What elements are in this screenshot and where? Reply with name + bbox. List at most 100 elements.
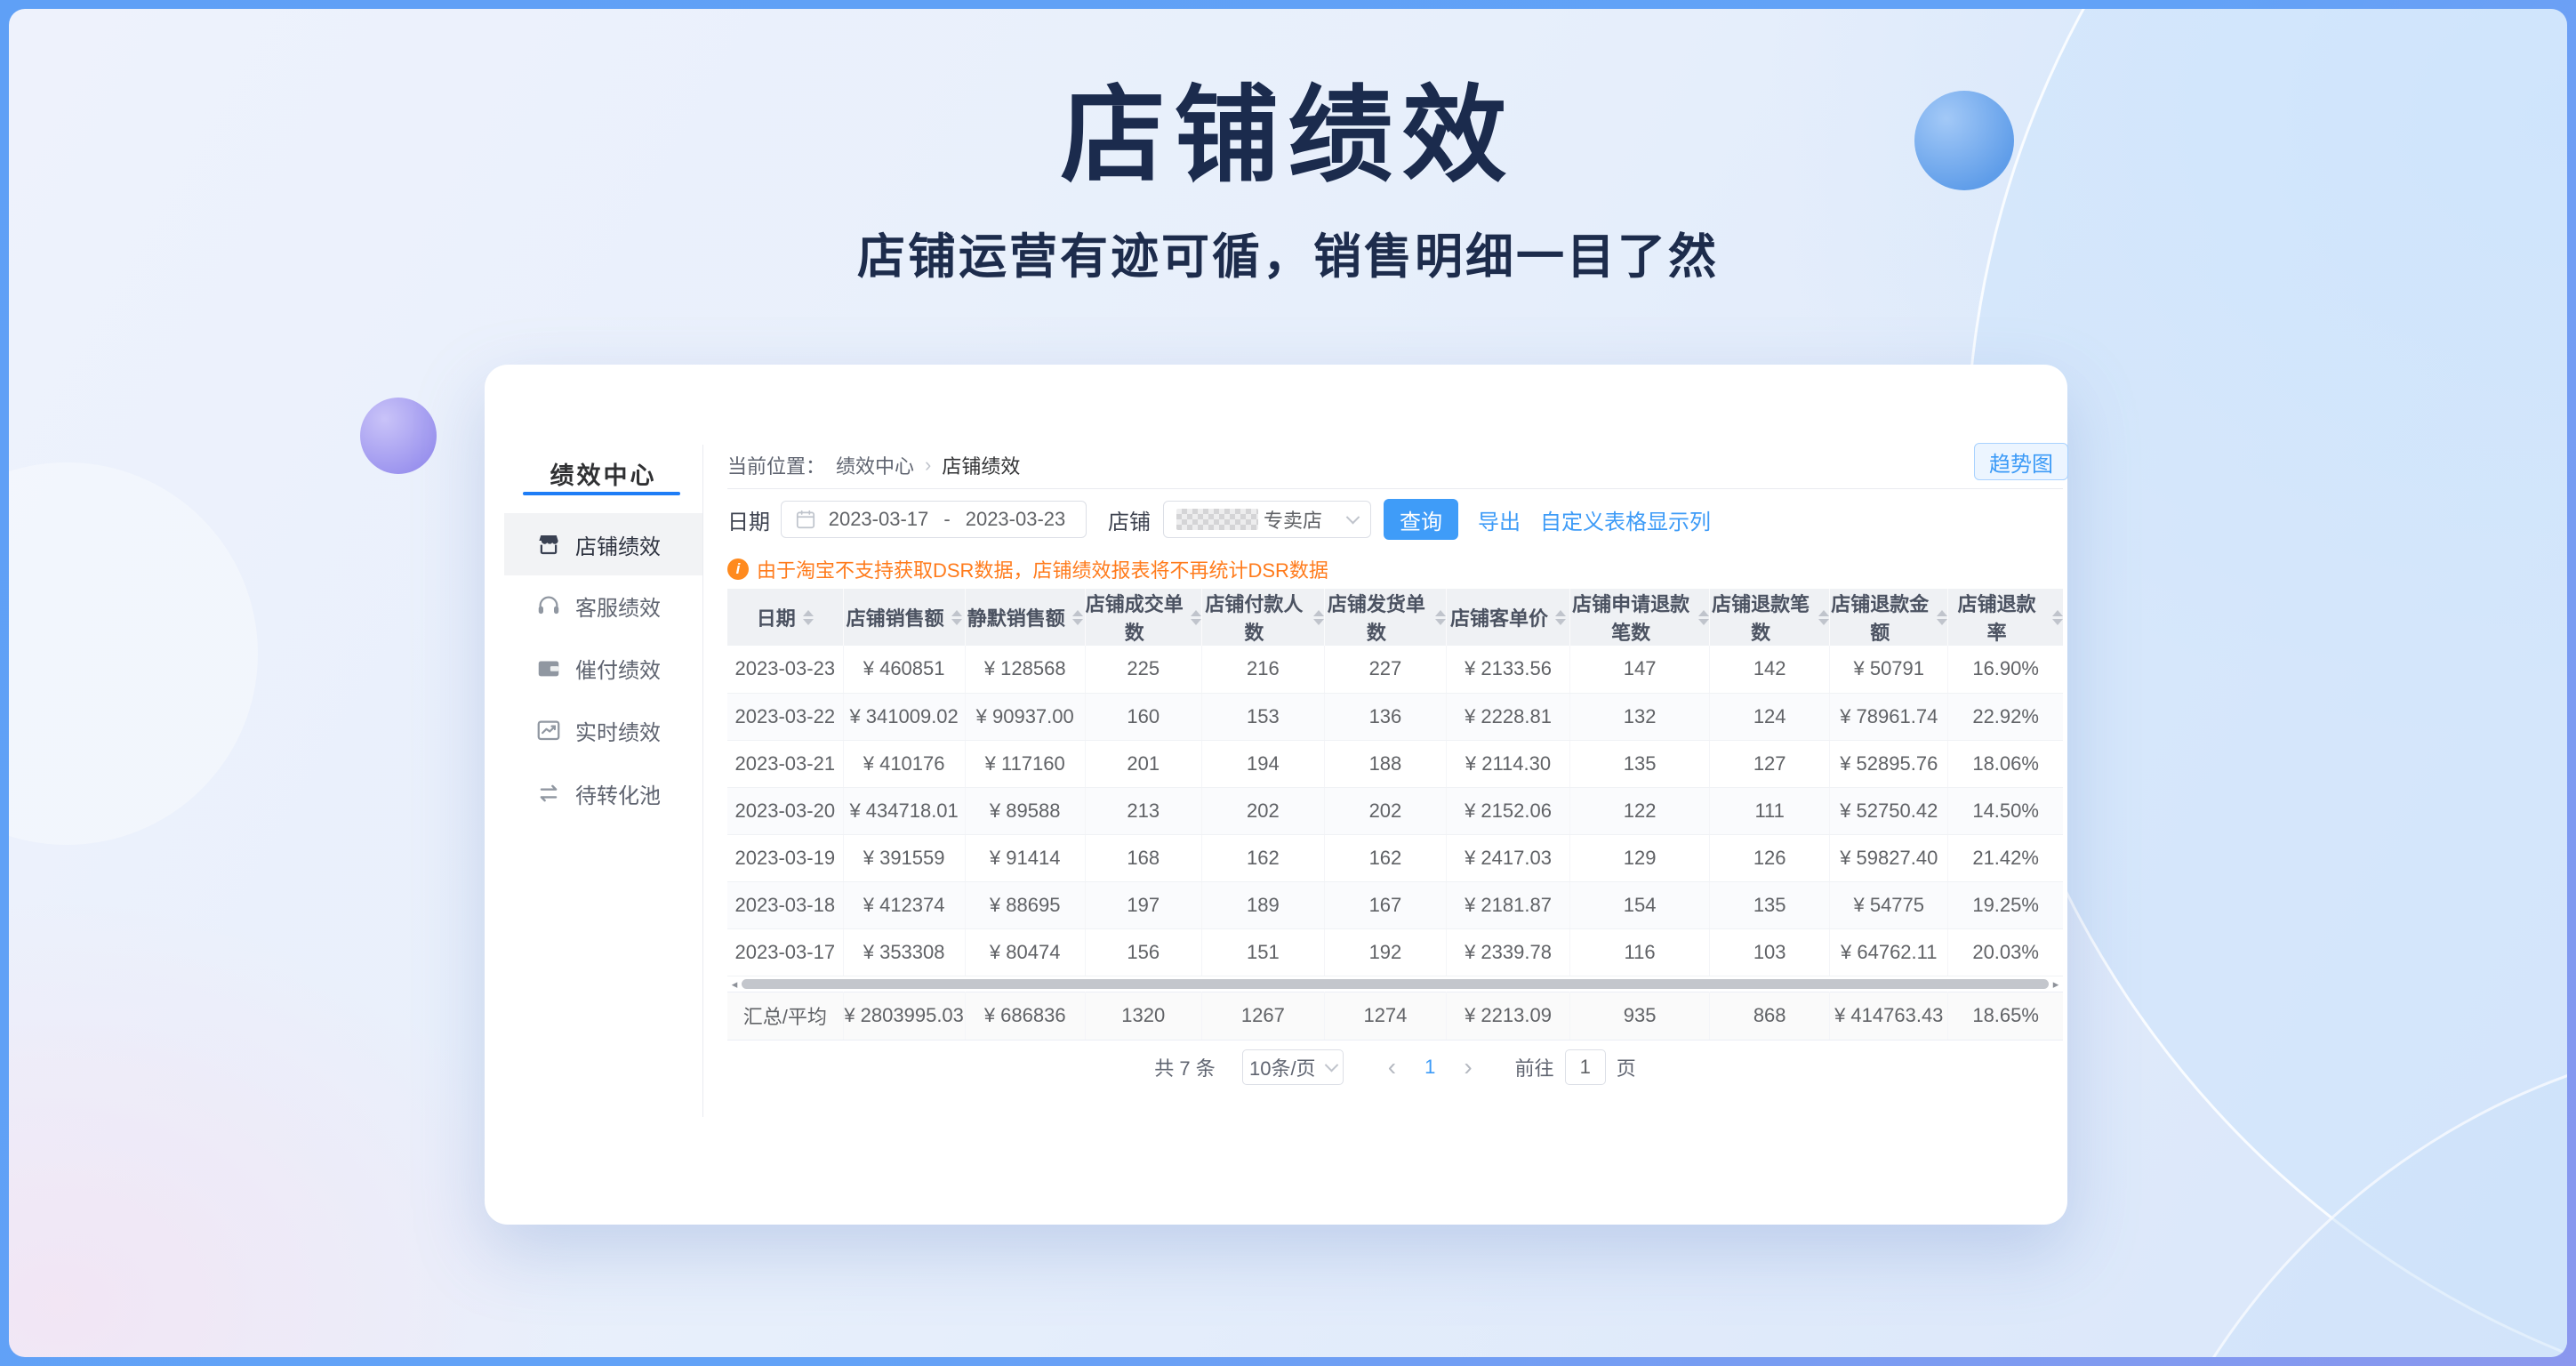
column-header-4[interactable]: 店铺成交单数 (1085, 589, 1201, 646)
table-cell: 21.42% (1948, 834, 2063, 881)
column-header-7[interactable]: 店铺客单价 (1446, 589, 1569, 646)
performance-table: 日期店铺销售额静默销售额店铺成交单数店铺付款人数店铺发货单数店铺客单价店铺申请退… (727, 589, 2063, 976)
table-cell: ¥ 88695 (965, 881, 1085, 928)
swap-icon (535, 780, 562, 807)
table-cell: 124 (1710, 693, 1830, 740)
export-link[interactable]: 导出 (1478, 504, 1521, 535)
table-cell: 111 (1710, 787, 1830, 834)
sort-carets-icon (803, 610, 814, 625)
table-cell: 202 (1201, 787, 1324, 834)
table-cell: 167 (1324, 881, 1446, 928)
table-cell: 18.06% (1948, 740, 2063, 787)
summary-cell: ¥ 414763.43 (1830, 992, 1948, 1040)
column-header-10[interactable]: 店铺退款金额 (1830, 589, 1948, 646)
page-size-select[interactable]: 10条/页 (1242, 1049, 1344, 1085)
sort-carets-icon (1698, 610, 1709, 625)
breadcrumb-item-performance-center[interactable]: 绩效中心 (836, 451, 914, 479)
goto-page-input[interactable] (1565, 1049, 1606, 1085)
screenshot-frame: 店铺绩效 店铺运营有迹可循，销售明细一目了然 绩效中心 店铺绩效客服绩效催付绩效… (0, 0, 2576, 1366)
summary-cell: 1274 (1324, 992, 1446, 1040)
table-cell: 147 (1570, 646, 1710, 693)
table-row: 2023-03-17¥ 353308¥ 80474156151192¥ 2339… (727, 928, 2063, 976)
prev-page-button[interactable]: ‹ (1388, 1055, 1396, 1080)
column-header-8[interactable]: 店铺申请退款笔数 (1570, 589, 1710, 646)
table-cell: ¥ 50791 (1830, 646, 1948, 693)
sidebar-item-5[interactable]: 待转化池 (504, 762, 702, 824)
header-divider (727, 488, 2063, 489)
next-page-button[interactable]: › (1464, 1055, 1472, 1080)
table-cell: 132 (1570, 693, 1710, 740)
sidebar-item-4[interactable]: 实时绩效 (504, 699, 702, 761)
table-row: 2023-03-20¥ 434718.01¥ 89588213202202¥ 2… (727, 787, 2063, 834)
column-header-label: 店铺退款率 (1948, 589, 2045, 646)
column-header-6[interactable]: 店铺发货单数 (1324, 589, 1446, 646)
date-range-separator: - (936, 508, 958, 531)
table-cell: ¥ 78961.74 (1830, 693, 1948, 740)
shop-name-mosaic (1176, 509, 1258, 530)
column-header-3[interactable]: 静默销售额 (965, 589, 1085, 646)
scroll-left-icon[interactable]: ◂ (727, 976, 742, 992)
main-content: 当前位置： 绩效中心 › 店铺绩效 趋势图 日期 (727, 365, 2063, 1225)
table-cell: 2023-03-20 (727, 787, 843, 834)
table-cell: 2023-03-19 (727, 834, 843, 881)
table-row: 2023-03-22¥ 341009.02¥ 90937.00160153136… (727, 693, 2063, 740)
column-header-2[interactable]: 店铺销售额 (843, 589, 965, 646)
table-cell: ¥ 80474 (965, 928, 1085, 976)
summary-cell: 1320 (1085, 992, 1201, 1040)
summary-row: 汇总/平均¥ 2803995.03¥ 686836132012671274¥ 2… (727, 992, 2063, 1040)
query-button[interactable]: 查询 (1384, 499, 1458, 540)
notice-text: 由于淘宝不支持获取DSR数据，店铺绩效报表将不再统计DSR数据 (757, 555, 1328, 583)
date-label: 日期 (727, 504, 770, 535)
sidebar-item-label: 待转化池 (575, 778, 661, 809)
table-cell: ¥ 54775 (1830, 881, 1948, 928)
page-subtitle: 店铺运营有迹可循，销售明细一目了然 (9, 217, 2567, 287)
column-header-label: 店铺退款金额 (1830, 589, 1930, 646)
table-cell: ¥ 2133.56 (1446, 646, 1569, 693)
table-cell: 2023-03-18 (727, 881, 843, 928)
summary-cell: ¥ 2803995.03 (843, 992, 965, 1040)
trend-chart-button[interactable]: 趋势图 (1974, 443, 2068, 480)
sort-carets-icon (1555, 610, 1566, 625)
table-cell: 202 (1324, 787, 1446, 834)
column-header-9[interactable]: 店铺退款笔数 (1710, 589, 1830, 646)
summary-cell: 1267 (1201, 992, 1324, 1040)
table-row: 2023-03-23¥ 460851¥ 128568225216227¥ 213… (727, 646, 2063, 693)
sort-carets-icon (1313, 610, 1324, 625)
current-page-number[interactable]: 1 (1424, 1056, 1435, 1079)
sort-carets-icon (1191, 610, 1201, 625)
table-cell: ¥ 2339.78 (1446, 928, 1569, 976)
table-cell: ¥ 410176 (843, 740, 965, 787)
sidebar-item-1[interactable]: 店铺绩效 (504, 513, 702, 575)
decor-circle-purple (360, 398, 437, 474)
table-cell: ¥ 341009.02 (843, 693, 965, 740)
shop-select[interactable]: 专卖店 (1163, 501, 1371, 538)
dsr-notice: i 由于淘宝不支持获取DSR数据，店铺绩效报表将不再统计DSR数据 (727, 555, 1328, 583)
column-header-1[interactable]: 日期 (727, 589, 843, 646)
table-cell: ¥ 52895.76 (1830, 740, 1948, 787)
table-cell: ¥ 434718.01 (843, 787, 965, 834)
sidebar-item-3[interactable]: 催付绩效 (504, 637, 702, 699)
calendar-icon (794, 508, 817, 531)
sort-carets-icon (1072, 610, 1083, 625)
page-size-value: 10条/页 (1249, 1053, 1316, 1081)
table-cell: ¥ 2152.06 (1446, 787, 1569, 834)
summary-cell: 18.65% (1948, 992, 2063, 1040)
sidebar-item-label: 催付绩效 (575, 653, 661, 684)
table-cell: 126 (1710, 834, 1830, 881)
table-cell: 225 (1085, 646, 1201, 693)
summary-cell: 935 (1570, 992, 1710, 1040)
table-cell: 192 (1324, 928, 1446, 976)
table-cell: ¥ 52750.42 (1830, 787, 1948, 834)
date-range-input[interactable]: 2023-03-17 - 2023-03-23 (781, 501, 1087, 538)
scrollbar-thumb[interactable] (742, 979, 2049, 989)
table-cell: 136 (1324, 693, 1446, 740)
summary-cell: 868 (1710, 992, 1830, 1040)
chevron-down-icon (1324, 1057, 1338, 1072)
scroll-right-icon[interactable]: ▸ (2049, 976, 2063, 992)
sidebar-item-2[interactable]: 客服绩效 (504, 575, 702, 637)
column-header-11[interactable]: 店铺退款率 (1948, 589, 2063, 646)
customize-columns-link[interactable]: 自定义表格显示列 (1540, 504, 1711, 535)
column-header-5[interactable]: 店铺付款人数 (1201, 589, 1324, 646)
horizontal-scrollbar: ◂ ▸ (727, 976, 2063, 992)
table-cell: 2023-03-17 (727, 928, 843, 976)
